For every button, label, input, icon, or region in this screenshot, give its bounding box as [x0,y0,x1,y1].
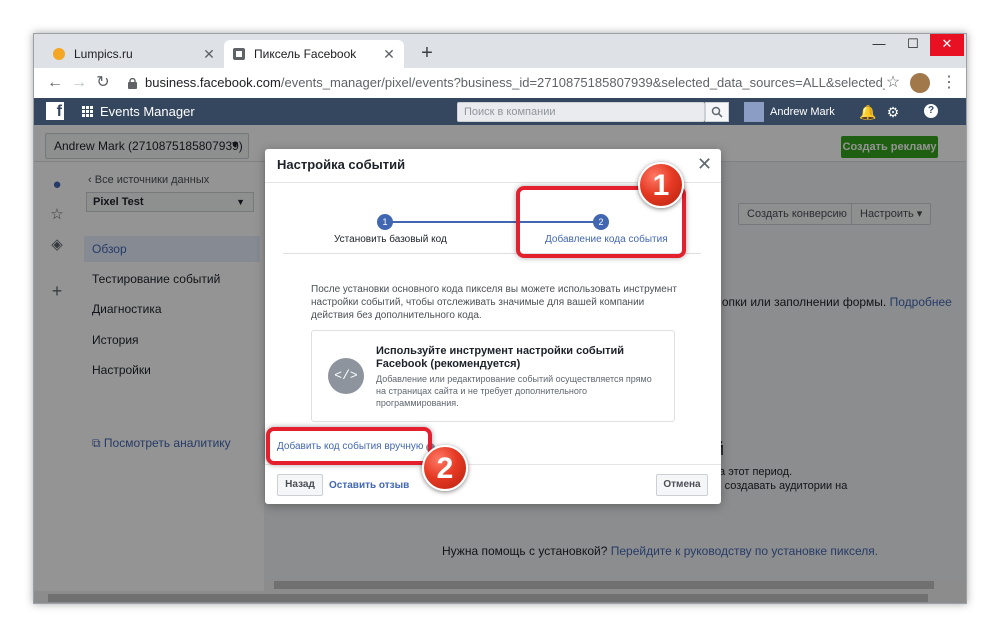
close-icon[interactable]: ✕ [697,154,712,175]
user-menu[interactable]: Andrew Mark [744,102,835,122]
company-search-input[interactable]: Поиск в компании [457,102,705,122]
search-button[interactable] [705,102,729,122]
tab-title: Lumpics.ru [74,47,133,61]
address-bar[interactable]: business.facebook.com/events_manager/pix… [145,72,885,94]
annotation-badge-2: 2 [422,445,468,491]
new-tab-button[interactable]: + [416,42,438,64]
step-1-label: Установить базовый код [334,234,447,245]
dialog-description: После установки основного кода пикселя в… [311,284,677,321]
window-close-icon[interactable]: ✕ [930,34,964,56]
settings-gear-icon[interactable]: ⚙ [885,104,901,120]
user-name: Andrew Mark [770,106,835,118]
option-title: Используйте инструмент настройки событий… [376,345,625,370]
event-setup-tool-option[interactable]: </> Используйте инструмент настройки соб… [311,330,675,422]
back-arrow-icon[interactable]: ← [44,72,66,94]
tab-title: Пиксель Facebook [254,47,357,61]
dialog-title: Настройка событий [277,157,406,172]
option-description: Добавление или редактирование событий ос… [376,374,652,408]
close-tab-icon[interactable]: ✕ [202,46,216,63]
tab-facebook-pixel[interactable]: Пиксель Facebook ✕ [224,40,404,68]
facebook-top-bar: f Events Manager Поиск в компании Andrew… [34,98,966,125]
menu-dots-icon[interactable]: ⋮ [938,72,960,94]
back-button[interactable]: Назад [277,474,323,496]
url-path: /events_manager/pixel/events?business_id… [280,75,885,90]
search-icon [711,106,723,118]
apps-grid-icon[interactable] [82,106,93,117]
facebook-logo-icon[interactable]: f [46,102,64,120]
leave-feedback-link[interactable]: Оставить отзыв [329,480,409,491]
reload-icon[interactable]: ↻ [92,72,114,94]
user-avatar [744,102,764,122]
forward-arrow-icon[interactable]: → [68,72,90,94]
profile-avatar[interactable] [910,73,930,93]
lumpics-favicon-icon [53,48,65,60]
annotation-badge-1: 1 [638,162,684,208]
notifications-bell-icon[interactable]: 🔔 [859,104,876,120]
highlight-box-manual-link [266,427,432,465]
app-title: Events Manager [100,104,195,119]
facebook-favicon-icon [233,48,245,60]
tab-lumpics[interactable]: Lumpics.ru ✕ [44,40,224,68]
lock-icon [128,78,137,89]
cancel-button[interactable]: Отмена [656,474,708,496]
bookmark-star-icon[interactable]: ☆ [882,72,904,94]
maximize-icon[interactable]: ☐ [896,34,930,56]
code-icon: </> [328,358,364,394]
close-tab-icon[interactable]: ✕ [382,46,396,63]
minimize-icon[interactable]: — [862,34,896,56]
step-1-dot: 1 [377,214,393,230]
help-icon[interactable]: ? [924,104,938,118]
url-domain: business.facebook.com [145,75,281,90]
navigation-bar: ← → ↻ business.facebook.com/events_manag… [34,68,966,98]
